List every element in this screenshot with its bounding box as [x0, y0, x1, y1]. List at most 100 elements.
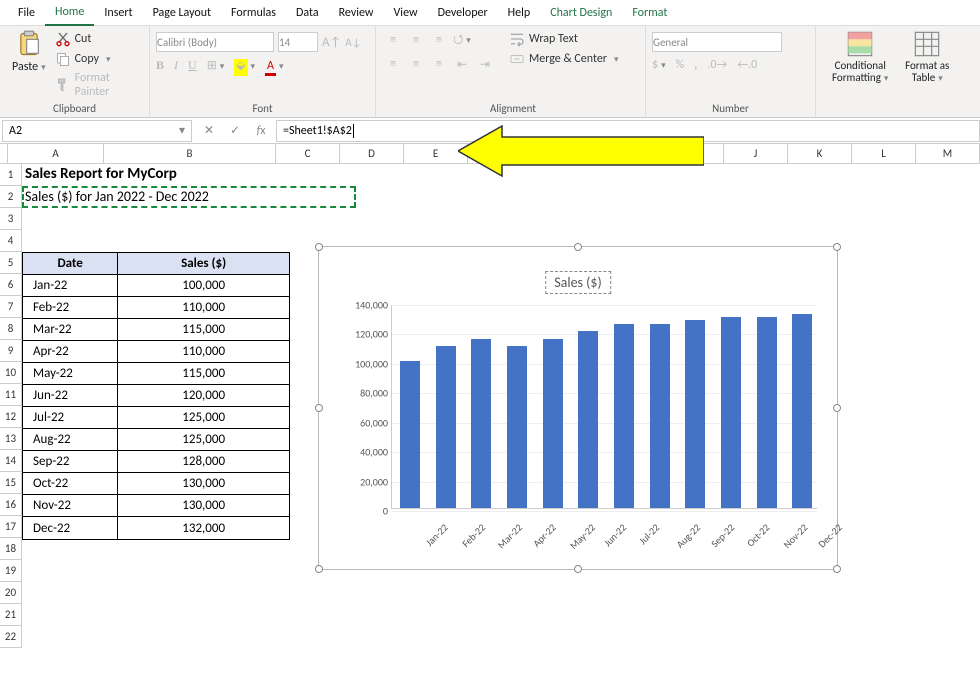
bold-button[interactable]: B — [156, 58, 164, 73]
increase-font-button[interactable]: A↑ — [322, 35, 341, 50]
row-header-14[interactable]: 14 — [0, 450, 22, 472]
cell-subtitle[interactable]: Sales ($) for Jan 2022 - Dec 2022 — [25, 188, 209, 205]
fill-color-button[interactable]: ⬙ — [234, 58, 255, 73]
format-as-table-button[interactable]: Format as Table — [898, 30, 956, 84]
col-header-E[interactable]: E — [404, 144, 468, 163]
data-table[interactable]: Date Sales ($) Jan-22100,000Feb-22110,00… — [22, 252, 290, 540]
name-box[interactable]: A2 ▾ — [2, 120, 192, 142]
merge-center-button[interactable]: Merge & Center — [506, 50, 622, 68]
align-right-button[interactable]: ≡ — [428, 54, 450, 74]
table-row[interactable]: Feb-22110,000 — [23, 297, 289, 319]
chart-bar[interactable] — [400, 361, 420, 508]
resize-handle[interactable] — [574, 565, 582, 573]
number-format-select[interactable] — [652, 32, 782, 52]
table-row[interactable]: Mar-22115,000 — [23, 319, 289, 341]
chart-bar[interactable] — [757, 317, 777, 508]
align-bottom-button[interactable]: ≡ — [428, 30, 450, 50]
resize-handle[interactable] — [833, 404, 841, 412]
row-header-6[interactable]: 6 — [0, 274, 22, 296]
table-row[interactable]: Oct-22130,000 — [23, 473, 289, 495]
resize-handle[interactable] — [315, 565, 323, 573]
decrease-indent-button[interactable]: ⇤ — [451, 54, 473, 74]
menu-review[interactable]: Review — [329, 0, 384, 26]
align-middle-button[interactable]: ≡ — [405, 30, 427, 50]
row-header-4[interactable]: 4 — [0, 230, 22, 252]
chart-bar[interactable] — [507, 346, 527, 508]
wrap-text-button[interactable]: Wrap Text — [506, 30, 622, 48]
menu-insert[interactable]: Insert — [94, 0, 142, 26]
menu-page-layout[interactable]: Page Layout — [143, 0, 221, 26]
col-header-B[interactable]: B — [104, 144, 276, 163]
cell-title[interactable]: Sales Report for MyCorp — [25, 165, 177, 183]
chart-object[interactable]: Sales ($) 020,00040,00060,00080,000100,0… — [318, 246, 838, 570]
row-header-11[interactable]: 11 — [0, 384, 22, 406]
copy-button[interactable]: Copy — [52, 50, 139, 68]
menu-format[interactable]: Format — [622, 0, 677, 26]
percent-button[interactable]: % — [676, 58, 685, 72]
chart-bar[interactable] — [685, 320, 705, 508]
chart-title[interactable]: Sales ($) — [545, 271, 611, 294]
resize-handle[interactable] — [833, 565, 841, 573]
col-header-C[interactable]: C — [276, 144, 340, 163]
table-row[interactable]: Jun-22120,000 — [23, 385, 289, 407]
conditional-formatting-button[interactable]: Conditional Formatting — [822, 30, 898, 84]
table-row[interactable]: Sep-22128,000 — [23, 451, 289, 473]
chart-bar[interactable] — [471, 339, 491, 508]
resize-handle[interactable] — [315, 243, 323, 251]
font-family-select[interactable] — [156, 32, 274, 52]
menu-file[interactable]: File — [8, 0, 45, 26]
row-header-8[interactable]: 8 — [0, 318, 22, 340]
comma-button[interactable]: , — [694, 58, 697, 72]
chart-plot-area[interactable]: 020,00040,00060,00080,000100,000120,0001… — [391, 305, 817, 509]
row-header-3[interactable]: 3 — [0, 208, 22, 230]
orientation-button[interactable]: ⭯ — [451, 30, 473, 50]
row-header-19[interactable]: 19 — [0, 560, 22, 582]
col-header-L[interactable]: L — [852, 144, 916, 163]
chart-bar[interactable] — [543, 339, 563, 508]
table-row[interactable]: Aug-22125,000 — [23, 429, 289, 451]
font-size-select[interactable] — [278, 32, 318, 52]
chart-bar[interactable] — [650, 324, 670, 508]
align-top-button[interactable]: ≡ — [382, 30, 404, 50]
table-row[interactable]: Jul-22125,000 — [23, 407, 289, 429]
menu-data[interactable]: Data — [286, 0, 329, 26]
col-header-I[interactable]: I — [660, 144, 724, 163]
chart-bar[interactable] — [792, 314, 812, 508]
resize-handle[interactable] — [574, 243, 582, 251]
italic-button[interactable]: I — [174, 58, 178, 73]
row-header-10[interactable]: 10 — [0, 362, 22, 384]
chart-bar[interactable] — [721, 317, 741, 508]
paste-button[interactable]: Paste — [6, 30, 52, 74]
row-header-2[interactable]: 2 — [0, 186, 22, 208]
row-header-17[interactable]: 17 — [0, 516, 22, 538]
menu-home[interactable]: Home — [45, 0, 94, 26]
col-header-F[interactable]: F — [468, 144, 532, 163]
chart-bar[interactable] — [436, 346, 456, 508]
resize-handle[interactable] — [315, 404, 323, 412]
decrease-font-button[interactable]: A↓ — [345, 36, 361, 49]
increase-decimal-button[interactable]: .0→ — [707, 58, 727, 72]
row-header-7[interactable]: 7 — [0, 296, 22, 318]
col-header-D[interactable]: D — [340, 144, 404, 163]
table-row[interactable]: May-22115,000 — [23, 363, 289, 385]
format-painter-button[interactable]: Format Painter — [52, 70, 139, 100]
select-all-corner[interactable] — [0, 144, 8, 163]
accounting-button[interactable]: $ — [652, 58, 666, 72]
row-header-12[interactable]: 12 — [0, 406, 22, 428]
col-header-M[interactable]: M — [916, 144, 980, 163]
col-header-G[interactable]: G — [532, 144, 596, 163]
table-row[interactable]: Nov-22130,000 — [23, 495, 289, 517]
row-header-18[interactable]: 18 — [0, 538, 22, 560]
chart-bar[interactable] — [614, 324, 634, 508]
col-header-K[interactable]: K — [788, 144, 852, 163]
menu-chart-design[interactable]: Chart Design — [540, 0, 622, 26]
font-color-button[interactable]: A — [265, 59, 283, 73]
resize-handle[interactable] — [833, 243, 841, 251]
row-header-21[interactable]: 21 — [0, 604, 22, 626]
align-center-button[interactable]: ≡ — [405, 54, 427, 74]
row-header-5[interactable]: 5 — [0, 252, 22, 274]
borders-button[interactable]: ⊞ — [207, 58, 225, 73]
cancel-formula-button[interactable]: ✕ — [200, 123, 218, 138]
menu-view[interactable]: View — [384, 0, 428, 26]
col-header-J[interactable]: J — [724, 144, 788, 163]
